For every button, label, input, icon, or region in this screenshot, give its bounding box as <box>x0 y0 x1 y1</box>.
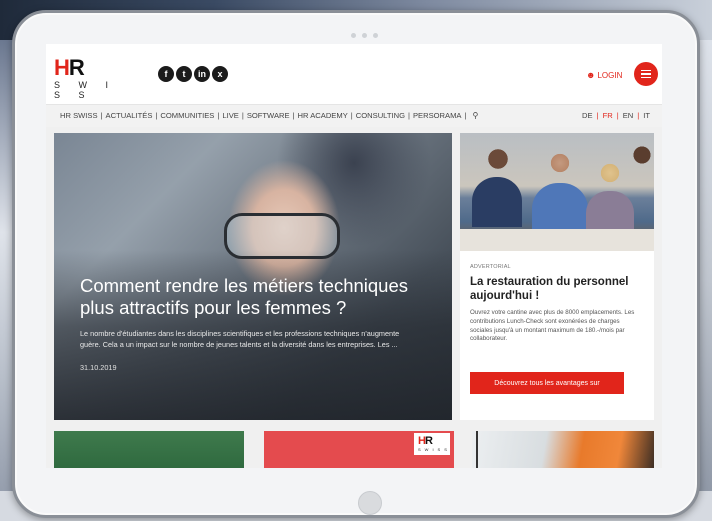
facebook-icon[interactable]: f <box>158 66 174 82</box>
login-link[interactable]: ☻ LOGIN <box>586 70 622 80</box>
user-icon: ☻ <box>586 70 596 80</box>
nav-items: HR SWISS | ACTUALITÉS | COMMUNITIES | LI… <box>60 111 479 120</box>
hr-swiss-mini-logo: HR SWISS <box>414 433 450 455</box>
ad-cta-button[interactable]: Découvrez tous les avantages sur <box>470 372 624 394</box>
ad-title[interactable]: La restauration du personnel aujourd'hui… <box>470 275 650 303</box>
teaser-row: HR SWISS <box>46 429 662 468</box>
ad-label: ADVERTORIAL <box>470 264 511 270</box>
nav-item-hr-swiss[interactable]: HR SWISS <box>60 111 98 120</box>
xing-icon[interactable]: x <box>212 66 228 82</box>
twitter-icon[interactable]: t <box>176 66 192 82</box>
website-screen: HR S W I S S f t in x ☻ LOGIN HR SWISS |… <box>46 44 662 468</box>
linkedin-icon[interactable]: in <box>194 66 210 82</box>
site-header: HR S W I S S f t in x ☻ LOGIN <box>46 44 662 104</box>
logo-mark: HR <box>54 55 85 80</box>
nav-item-consulting[interactable]: CONSULTING <box>356 111 405 120</box>
ad-description: Ouvrez votre cantine avec plus de 8000 e… <box>470 309 635 343</box>
main-content: Comment rendre les métiers techniques pl… <box>46 127 662 468</box>
nav-item-actualites[interactable]: ACTUALITÉS <box>106 111 153 120</box>
main-navigation: HR SWISS | ACTUALITÉS | COMMUNITIES | LI… <box>46 104 662 128</box>
login-label: LOGIN <box>597 70 623 80</box>
search-icon[interactable]: ⚲ <box>472 111 478 120</box>
teaser-card-green[interactable] <box>54 431 244 468</box>
hero-date: 31.10.2019 <box>80 363 117 372</box>
nav-item-persorama[interactable]: PERSORAMA <box>413 111 462 120</box>
tablet-camera <box>351 33 378 38</box>
ad-photo[interactable] <box>460 133 654 251</box>
lang-it[interactable]: IT <box>643 111 650 120</box>
hero-excerpt: Le nombre d'étudiantes dans les discipli… <box>80 329 400 349</box>
hr-swiss-logo[interactable]: HR S W I S S <box>54 55 130 101</box>
lang-en[interactable]: EN <box>623 111 634 120</box>
lang-fr[interactable]: FR <box>603 111 613 120</box>
hero-text: Comment rendre les métiers techniques pl… <box>80 275 420 372</box>
nav-item-communities[interactable]: COMMUNITIES <box>160 111 214 120</box>
hero-photo-goggles <box>224 213 340 259</box>
advertorial-card: ADVERTORIAL La restauration du personnel… <box>460 133 654 420</box>
social-links: f t in x <box>158 66 228 82</box>
tablet-home-button[interactable] <box>358 491 382 515</box>
hero-article[interactable]: Comment rendre les métiers techniques pl… <box>54 133 452 420</box>
language-switcher: DE | FR | EN | IT <box>582 111 650 120</box>
hero-title[interactable]: Comment rendre les métiers techniques pl… <box>80 275 420 319</box>
menu-button[interactable] <box>634 62 658 86</box>
lang-de[interactable]: DE <box>582 111 593 120</box>
teaser-card-red[interactable]: HR SWISS <box>264 431 454 468</box>
nav-item-software[interactable]: SOFTWARE <box>247 111 290 120</box>
nav-item-hr-academy[interactable]: HR ACADEMY <box>298 111 348 120</box>
hamburger-icon <box>641 69 651 72</box>
nav-item-live[interactable]: LIVE <box>222 111 238 120</box>
teaser-card-photo[interactable] <box>472 431 654 468</box>
logo-wordmark: S W I S S <box>54 80 116 100</box>
